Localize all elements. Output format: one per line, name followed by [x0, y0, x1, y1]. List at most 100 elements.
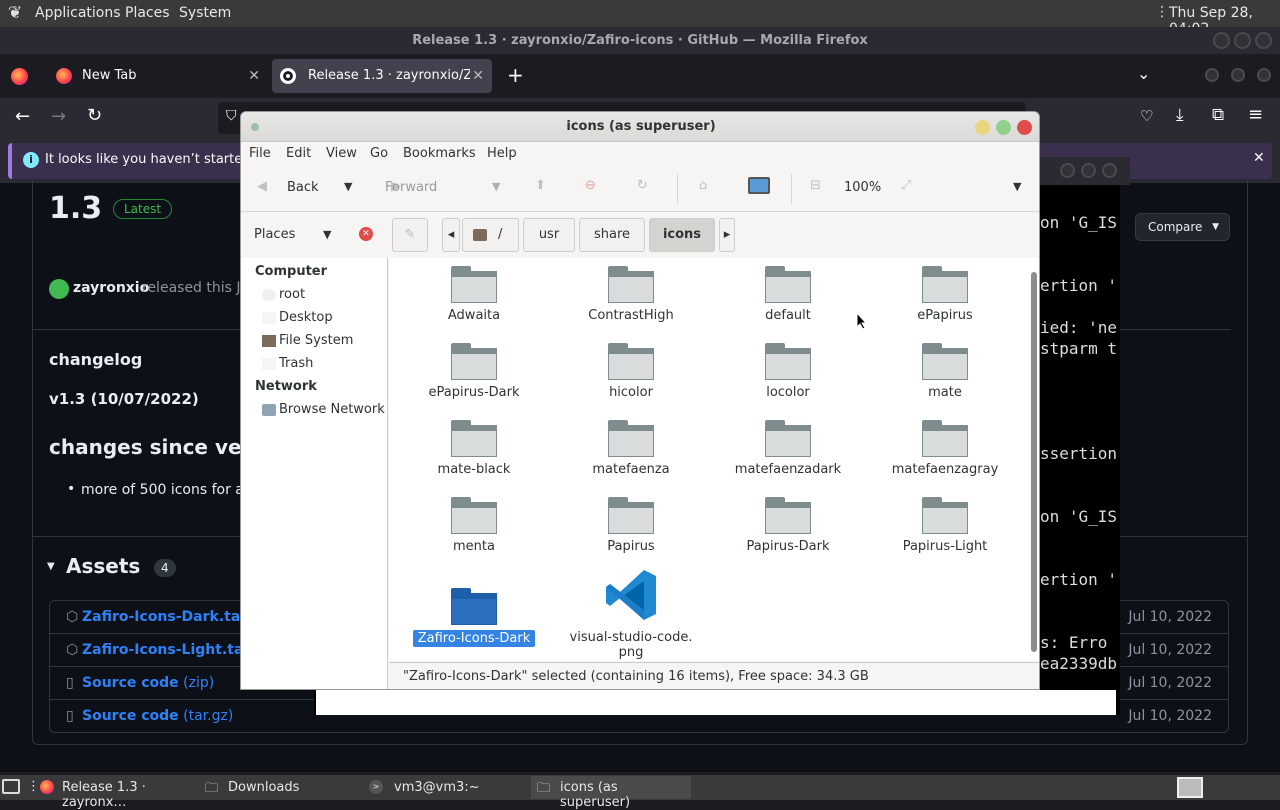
menu-help[interactable]: Help: [487, 146, 517, 161]
asset-name[interactable]: Source code: [82, 675, 179, 691]
assets-heading[interactable]: Assets: [66, 554, 140, 578]
sidebar-item-browse-network[interactable]: Browse Network: [279, 402, 385, 417]
folder-item[interactable]: default: [713, 266, 863, 323]
maximize-button[interactable]: [1081, 163, 1096, 178]
back-icon[interactable]: ←: [15, 106, 30, 127]
crumb-root[interactable]: /: [462, 218, 519, 252]
folder-item[interactable]: mate: [870, 343, 1020, 400]
crumb-usr[interactable]: usr: [523, 218, 575, 252]
scrollbar[interactable]: [1028, 258, 1039, 661]
avatar[interactable]: [49, 279, 69, 299]
menu-system[interactable]: System: [179, 5, 231, 21]
tab-release[interactable]: Release 1.3 · zayronxio/Zafiro-icons ✕: [272, 59, 492, 93]
reload-icon[interactable]: ↻: [637, 178, 648, 193]
folder-item[interactable]: matefaenzadark: [713, 420, 863, 477]
list-tabs-icon[interactable]: ⌄: [1137, 64, 1150, 83]
crumb-scroll-left[interactable]: ◂: [442, 218, 460, 252]
gnome-foot-icon[interactable]: ❦: [8, 3, 22, 23]
menu-places[interactable]: Places: [125, 5, 170, 21]
close-tab-icon[interactable]: ✕: [248, 59, 260, 93]
hamburger-menu-icon[interactable]: ≡: [1248, 104, 1263, 125]
folder-item[interactable]: Papirus-Dark: [713, 497, 863, 554]
back-history-icon[interactable]: ▼: [344, 180, 352, 193]
folder-item[interactable]: menta: [399, 497, 549, 554]
reload-icon[interactable]: ↻: [87, 105, 102, 126]
menu-bookmarks[interactable]: Bookmarks: [403, 146, 476, 161]
toolbar-overflow-icon[interactable]: ▼: [1013, 180, 1021, 193]
folder-item[interactable]: hicolor: [556, 343, 706, 400]
crumb-scroll-right[interactable]: ▸: [719, 218, 735, 252]
close-tab-icon[interactable]: ✕: [472, 59, 484, 93]
folder-item[interactable]: ContrastHigh: [556, 266, 706, 323]
back-button[interactable]: Back: [287, 180, 319, 195]
back-arrow-icon[interactable]: ◀: [257, 179, 267, 194]
crumb-icons[interactable]: icons: [649, 218, 715, 252]
forward-history-icon[interactable]: ▼: [492, 180, 500, 193]
taskbar-item-downloads[interactable]: 🗀 Downloads: [205, 777, 355, 798]
toggle-location-button[interactable]: ✎: [392, 218, 428, 252]
places-dropdown-icon[interactable]: ▼: [323, 228, 331, 241]
folder-item[interactable]: ePapirus: [870, 266, 1020, 323]
forward-button[interactable]: Forward: [385, 180, 437, 195]
asset-name[interactable]: Source code: [82, 708, 179, 724]
menu-go[interactable]: Go: [370, 146, 388, 161]
menu-file[interactable]: File: [249, 146, 271, 161]
minimize-button[interactable]: [1205, 68, 1219, 82]
sidebar-item-trash[interactable]: Trash: [279, 356, 313, 371]
close-button[interactable]: [1102, 163, 1117, 178]
folder-item[interactable]: matefaenza: [556, 420, 706, 477]
folder-item-selected[interactable]: Zafiro-Icons-Dark: [399, 588, 549, 647]
taskbar-item-icons[interactable]: 🗀 icons (as superuser): [531, 776, 691, 810]
stop-icon[interactable]: ⊖: [585, 178, 596, 193]
folder-item[interactable]: Adwaita: [399, 266, 549, 323]
close-button[interactable]: [1257, 68, 1271, 82]
workspace-switcher[interactable]: [1177, 777, 1203, 798]
sidebar-item-desktop[interactable]: Desktop: [279, 310, 333, 325]
sidebar-item-file-system[interactable]: File System: [279, 333, 353, 348]
assets-toggle-icon[interactable]: ▼: [47, 561, 55, 572]
tab-new-tab[interactable]: New Tab ✕: [46, 59, 268, 93]
menu-view[interactable]: View: [326, 146, 357, 161]
maximize-button[interactable]: [1231, 68, 1245, 82]
folder-item[interactable]: mate-black: [399, 420, 549, 477]
new-tab-button[interactable]: +: [507, 63, 524, 87]
extensions-icon[interactable]: ⧉: [1212, 105, 1224, 125]
menu-edit[interactable]: Edit: [286, 146, 311, 161]
taskbar-item-terminal[interactable]: > vm3@vm3:~: [369, 777, 519, 798]
home-icon[interactable]: ⌂: [699, 178, 707, 193]
close-button[interactable]: [1017, 120, 1032, 135]
window-menu-icon[interactable]: [251, 123, 259, 131]
folder-item[interactable]: matefaenzagray: [870, 420, 1020, 477]
firefox-view-icon[interactable]: [11, 68, 28, 85]
forward-icon[interactable]: →: [51, 106, 66, 127]
close-button[interactable]: [1255, 32, 1272, 49]
scrollbar-thumb[interactable]: [1031, 272, 1037, 652]
close-notification-icon[interactable]: ✕: [1253, 150, 1265, 166]
release-version[interactable]: 1.3: [49, 191, 102, 226]
up-icon[interactable]: ⬆: [535, 178, 546, 193]
downloads-icon[interactable]: ⤓: [1176, 105, 1184, 125]
folder-item[interactable]: Papirus: [556, 497, 706, 554]
sidebar-item-root[interactable]: root: [279, 287, 305, 302]
close-sidebar-icon[interactable]: ✕: [359, 227, 373, 241]
minimize-button[interactable]: [1060, 163, 1075, 178]
file-item[interactable]: visual-studio-code. png: [556, 566, 706, 660]
zoom-in-icon[interactable]: ⤢: [901, 178, 911, 193]
maximize-button[interactable]: [1234, 32, 1251, 49]
zoom-level[interactable]: 100%: [844, 180, 881, 195]
crumb-share[interactable]: share: [579, 218, 645, 252]
author-link[interactable]: zayronxio: [73, 280, 149, 296]
computer-icon[interactable]: [748, 177, 770, 194]
minimize-button[interactable]: [1213, 32, 1230, 49]
terminal-window[interactable]: on 'G_IS ertion ' ied: 'ne stparm t sser…: [1040, 185, 1120, 715]
pocket-icon[interactable]: ♡: [1140, 107, 1153, 125]
minimize-button[interactable]: [975, 120, 990, 135]
folder-item[interactable]: ePapirus-Dark: [399, 343, 549, 400]
zoom-out-icon[interactable]: ⊟: [810, 178, 821, 193]
places-label[interactable]: Places: [254, 227, 295, 242]
folder-item[interactable]: locolor: [713, 343, 863, 400]
folder-item[interactable]: Papirus-Light: [870, 497, 1020, 554]
menu-applications[interactable]: Applications: [35, 5, 121, 21]
show-desktop-icon[interactable]: [2, 779, 20, 794]
compare-button[interactable]: Compare ▼: [1135, 213, 1230, 241]
